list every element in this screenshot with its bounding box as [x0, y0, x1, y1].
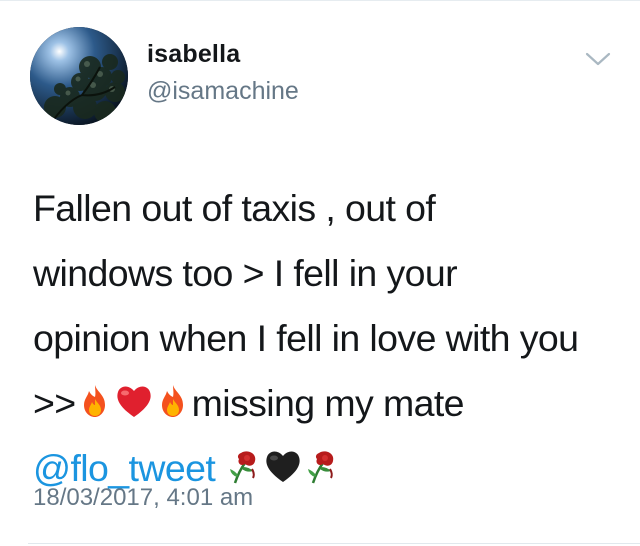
- avatar[interactable]: [30, 27, 128, 125]
- tweet-text-prefix: >>: [33, 382, 76, 424]
- tweet-menu-button[interactable]: [583, 46, 613, 72]
- tweet-line: windows too > I fell in your: [33, 252, 458, 294]
- tweet-text: Fallen out of taxis , out of windows too…: [33, 176, 623, 501]
- display-name[interactable]: isabella: [147, 40, 240, 69]
- top-divider: [0, 0, 640, 1]
- fire-emoji-icon: [154, 375, 192, 440]
- chevron-down-icon: [585, 52, 611, 66]
- user-handle[interactable]: @isamachine: [147, 77, 299, 106]
- tweet-line: Fallen out of taxis , out of: [33, 187, 436, 229]
- tweet-line: opinion when I fell in love with you: [33, 317, 579, 359]
- avatar-sky-tree-icon: [30, 27, 128, 125]
- fire-emoji-icon: [76, 375, 114, 440]
- wilted-flower-emoji-icon: [303, 440, 341, 505]
- tweet-line: >> missing my mate: [33, 371, 623, 436]
- mention-link[interactable]: @flo_tweet: [33, 447, 216, 489]
- tweet-text-suffix: missing my mate: [191, 382, 465, 424]
- bottom-divider: [28, 543, 640, 544]
- red-heart-emoji-icon: [114, 375, 154, 440]
- tweet-timestamp[interactable]: 18/03/2017, 4:01 am: [33, 484, 253, 512]
- black-heart-emoji-icon: [263, 440, 303, 505]
